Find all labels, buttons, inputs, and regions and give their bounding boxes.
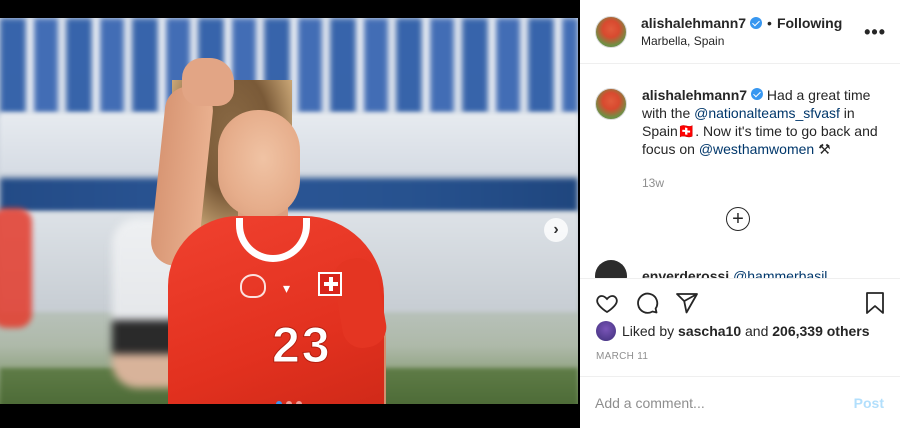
likes-prefix: Liked by <box>622 323 675 339</box>
username-link[interactable]: alishalehmann7 <box>641 15 746 31</box>
location-link[interactable]: Marbella, Spain <box>641 34 842 48</box>
liker-avatar[interactable] <box>596 321 616 341</box>
swiss-flag-icon <box>318 272 342 296</box>
comment-text: enverderossi @hammerbasil <box>642 268 827 278</box>
carousel-dot <box>276 401 282 404</box>
likes-count-link[interactable]: 206,339 others <box>772 323 869 339</box>
brand-logo: ▾ <box>283 280 291 296</box>
liker-username-link[interactable]: sascha10 <box>678 323 741 339</box>
caption-username-link[interactable]: alishalehmann7 <box>642 87 747 103</box>
caption-avatar[interactable] <box>595 88 627 120</box>
caption-text: alishalehmann7 Had a great time with the… <box>642 86 882 192</box>
avatar[interactable] <box>595 15 627 48</box>
comment-item: enverderossi @hammerbasil <box>595 260 827 278</box>
post-comment-button[interactable]: Post <box>854 395 884 411</box>
time-ago[interactable]: 13w <box>642 174 882 192</box>
chevron-right-icon[interactable]: › <box>544 218 568 242</box>
mention-link[interactable]: @hammerbasil <box>733 268 827 278</box>
carousel-indicator <box>276 401 302 404</box>
main-player: ▾ 23 <box>0 18 578 404</box>
caption: alishalehmann7 Had a great time with the… <box>580 72 900 192</box>
post-header: alishalehmann7 • Following Marbella, Spa… <box>580 0 900 64</box>
player-hand <box>182 58 234 106</box>
crest-icon <box>240 274 266 298</box>
load-more-comments-button[interactable]: + <box>726 207 750 231</box>
post-details-panel: alishalehmann7 • Following Marbella, Spa… <box>580 0 900 428</box>
jersey-number: 23 <box>272 317 332 374</box>
post-date[interactable]: MARCH 11 <box>580 351 900 362</box>
action-bar <box>580 279 900 327</box>
carousel-dot <box>286 401 292 404</box>
add-comment-bar: Post <box>580 376 900 428</box>
verified-badge-icon <box>751 88 764 100</box>
commenter-username-link[interactable]: enverderossi <box>642 268 729 278</box>
heart-icon[interactable] <box>594 290 620 316</box>
header-row: alishalehmann7 • Following <box>641 15 842 31</box>
header-text: alishalehmann7 • Following Marbella, Spa… <box>641 15 842 48</box>
player-face <box>218 110 300 218</box>
post-photo: ▾ 23 › <box>0 18 578 404</box>
following-button[interactable]: Following <box>777 15 842 31</box>
separator-dot: • <box>767 15 772 31</box>
share-icon[interactable] <box>674 290 700 316</box>
mention-link[interactable]: @westhamwomen <box>699 141 814 157</box>
mention-link[interactable]: @nationalteams_sfvasf <box>694 105 840 121</box>
likes-summary: Liked by sascha10 and 206,339 others <box>580 321 900 341</box>
commenter-avatar[interactable] <box>595 260 627 278</box>
likes-middle: and <box>745 323 769 339</box>
instagram-post-modal: ▾ 23 › alishalehmann7 • Following Marbel… <box>0 0 900 428</box>
carousel-dot <box>296 401 302 404</box>
comment-icon[interactable] <box>634 290 660 316</box>
more-options-icon[interactable]: ••• <box>864 22 886 43</box>
comment-input[interactable] <box>595 394 854 411</box>
actions-section: Liked by sascha10 and 206,339 others MAR… <box>580 278 900 362</box>
hammers-emoji-icon: ⚒ <box>814 141 831 157</box>
bookmark-icon[interactable] <box>862 290 888 316</box>
verified-badge-icon <box>750 17 763 29</box>
comments-area: alishalehmann7 Had a great time with the… <box>580 72 900 278</box>
